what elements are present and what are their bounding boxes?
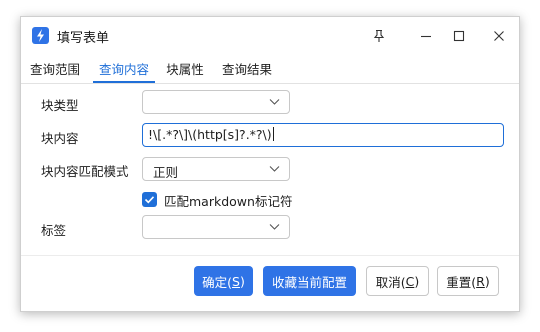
match-mode-select[interactable]: 正则: [142, 157, 290, 181]
form-dialog: 填写表单 查询范围 查询内容 块属性 查询结果 块类型 块内容 !\[.*?\]…: [20, 16, 520, 312]
reset-button-tail: ): [484, 273, 490, 289]
match-markdown-label[interactable]: 匹配markdown标记符: [164, 191, 292, 210]
minimize-button[interactable]: [412, 23, 440, 49]
cancel-button-text: 取消(: [375, 274, 406, 290]
confirm-shortcut-key: S: [232, 273, 240, 289]
app-logo-icon: [32, 27, 49, 44]
tab-query-results[interactable]: 查询结果: [219, 55, 275, 82]
block-type-select[interactable]: [142, 90, 290, 114]
cancel-shortcut-key: C: [405, 273, 415, 289]
tab-query-scope[interactable]: 查询范围: [27, 55, 83, 82]
chevron-down-icon: [269, 99, 280, 105]
block-type-label: 块类型: [41, 98, 79, 113]
chevron-down-icon: [269, 224, 280, 230]
reset-shortcut-key: R: [476, 273, 485, 289]
maximize-button[interactable]: [445, 23, 473, 49]
match-markdown-checkbox[interactable]: [142, 192, 157, 207]
cancel-button-tail: ): [414, 273, 420, 289]
save-config-button[interactable]: 收藏当前配置: [263, 266, 356, 296]
block-content-label: 块内容: [41, 131, 79, 146]
match-mode-label: 块内容匹配模式: [41, 164, 129, 179]
block-content-value: !\[.*?\]\(http[s]?.*?\): [148, 127, 272, 142]
title-bar: 填写表单: [21, 17, 519, 55]
tab-block-attributes[interactable]: 块属性: [163, 55, 207, 82]
close-button[interactable]: [485, 23, 513, 49]
confirm-button-text: 确定(: [202, 274, 233, 290]
pin-button[interactable]: [365, 23, 393, 49]
checkmark-icon: [144, 196, 155, 204]
footer-divider: [21, 255, 519, 256]
reset-button[interactable]: 重置(R): [437, 266, 499, 296]
confirm-button[interactable]: 确定(S): [194, 266, 253, 296]
tab-bar: 查询范围 查询内容 块属性 查询结果: [21, 55, 519, 84]
match-mode-value: 正则: [153, 165, 179, 180]
reset-button-text: 重置(: [446, 274, 477, 290]
tag-select[interactable]: [142, 215, 290, 239]
text-caret: [272, 127, 274, 141]
close-icon: [494, 31, 504, 41]
tab-query-content[interactable]: 查询内容: [93, 55, 155, 83]
chevron-down-icon: [269, 166, 280, 172]
pin-icon: [373, 29, 385, 42]
minimize-icon: [421, 35, 431, 38]
tag-label: 标签: [41, 223, 67, 238]
block-content-input[interactable]: !\[.*?\]\(http[s]?.*?\): [142, 123, 504, 147]
window-title: 填写表单: [57, 31, 110, 46]
confirm-button-tail: ): [239, 273, 245, 289]
cancel-button[interactable]: 取消(C): [366, 266, 429, 296]
maximize-icon: [453, 30, 465, 42]
